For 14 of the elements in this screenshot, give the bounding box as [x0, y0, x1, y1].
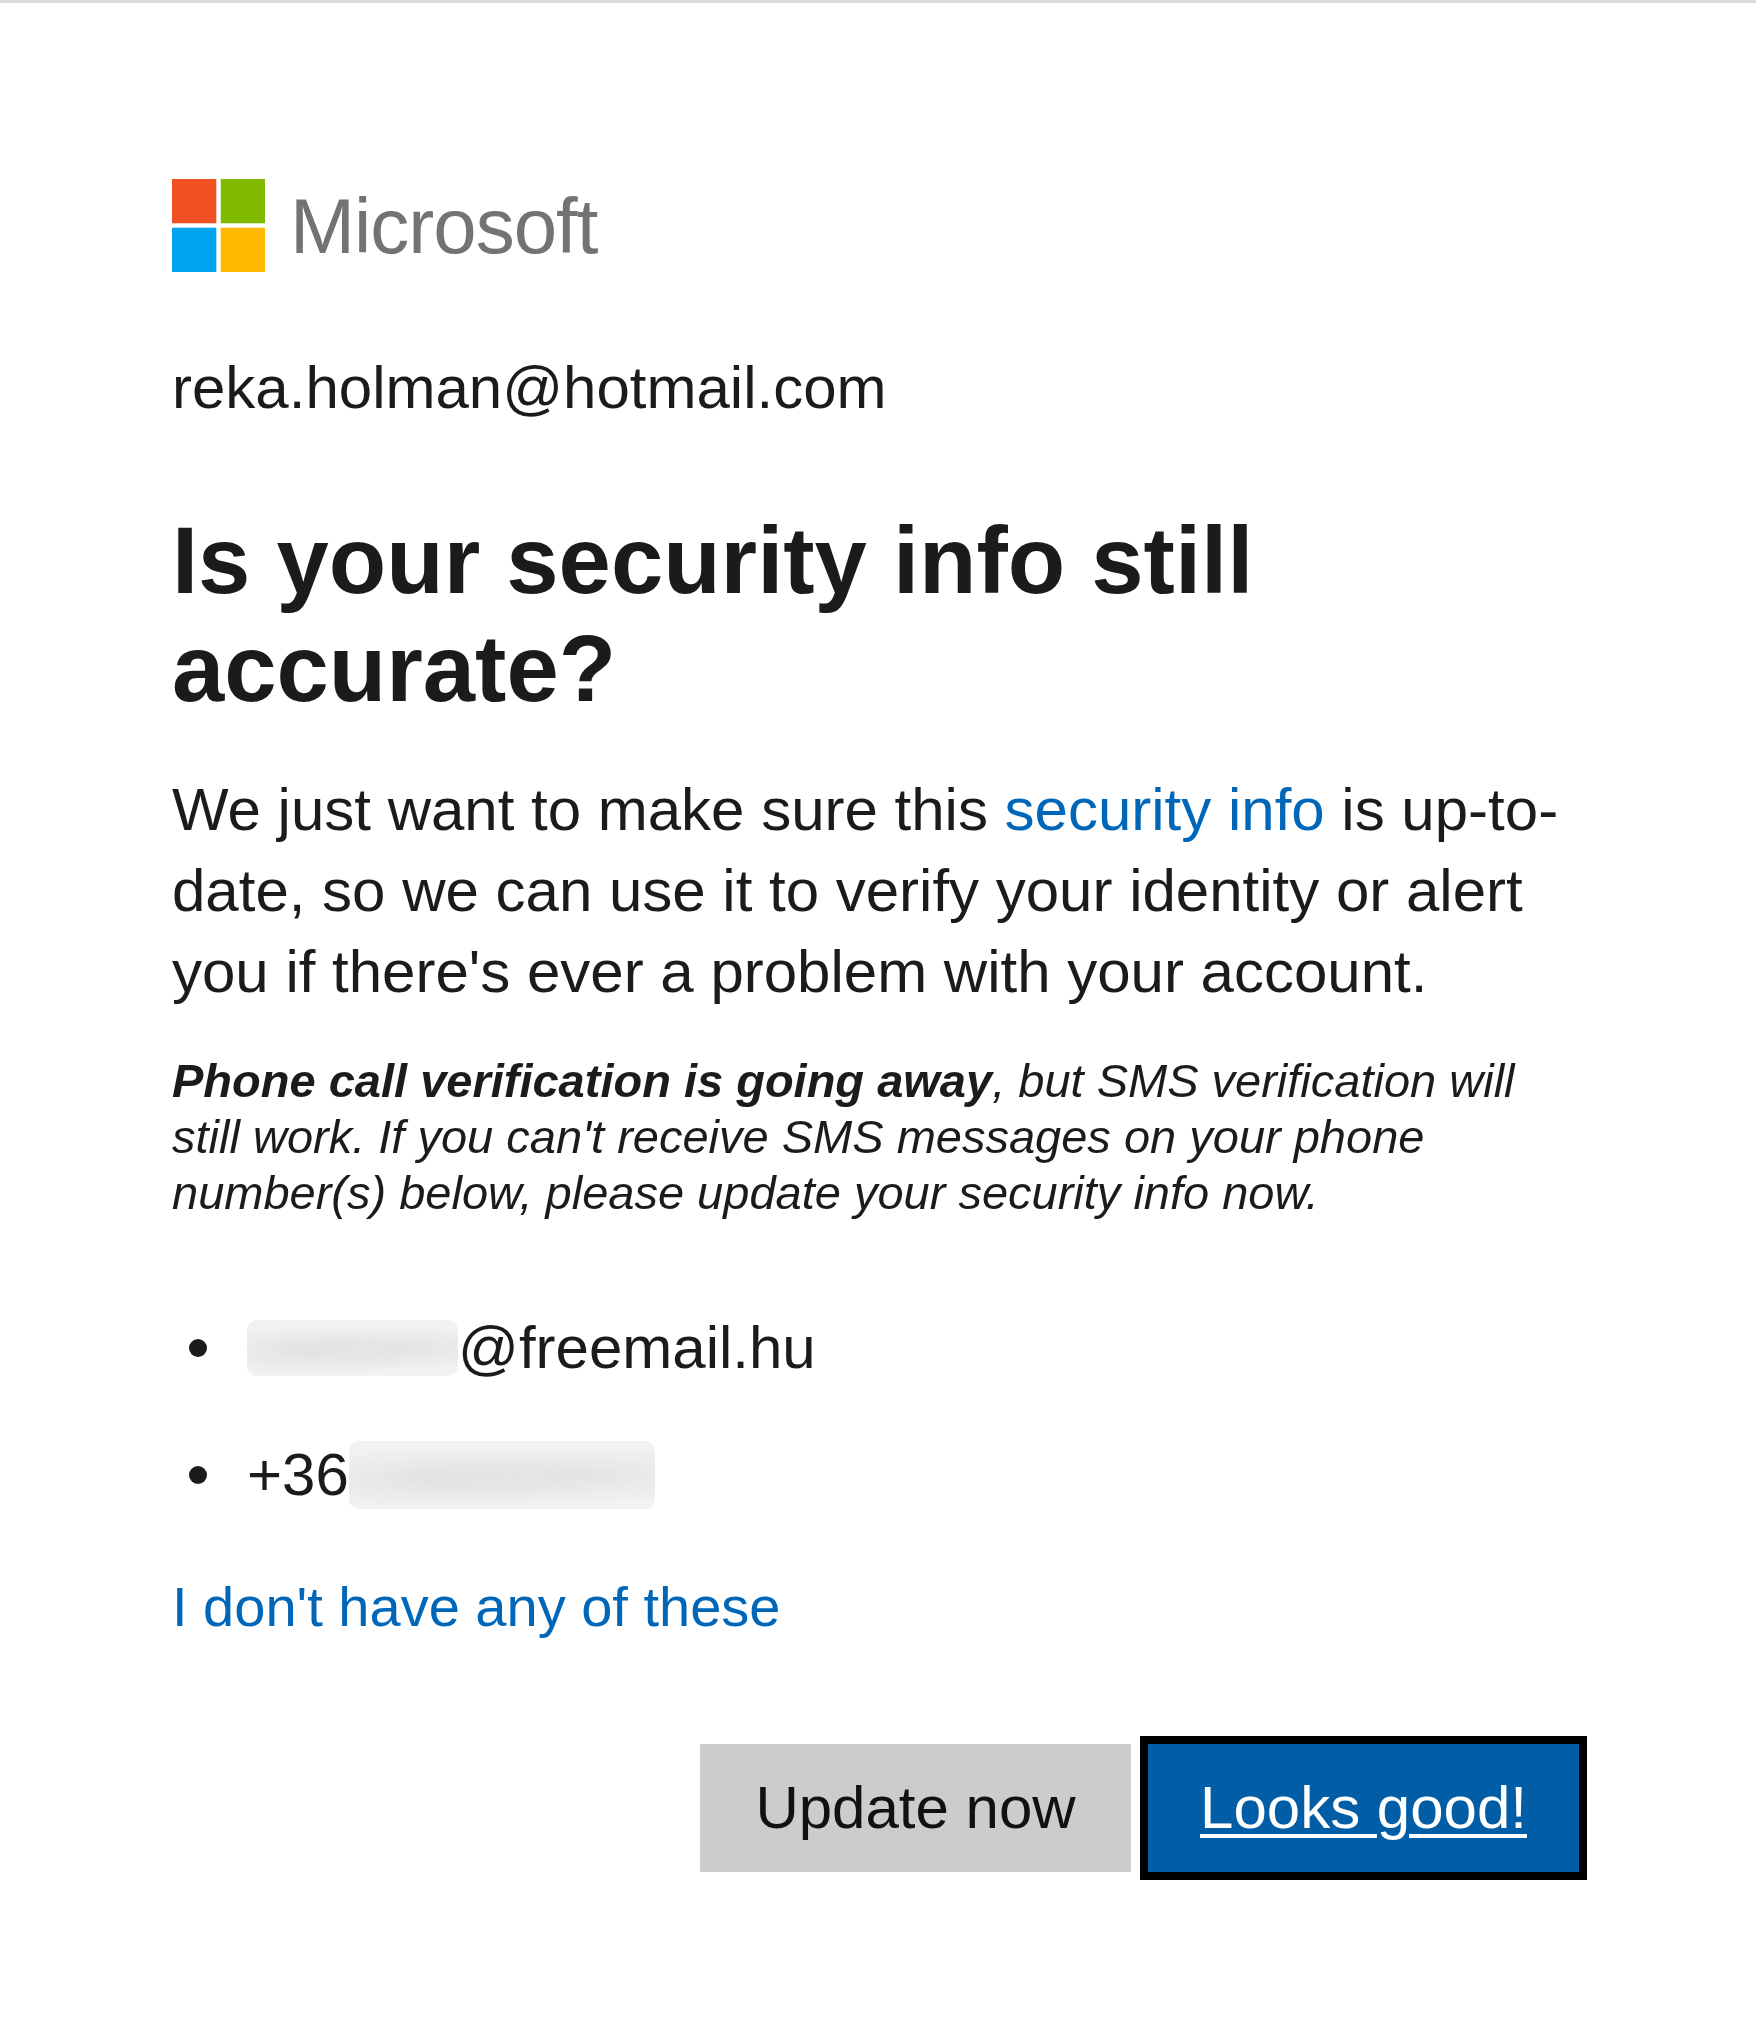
- bullet-icon: [189, 1339, 207, 1357]
- intro-text: We just want to make sure this security info is up-to-date, so we can use it to verify your identity or alert you if there's ever a problem with your account.: [172, 775, 1560, 1007]
- update-button[interactable]: Update now: [700, 1743, 1131, 1872]
- brand-name: Microsoft: [290, 186, 598, 265]
- bullet-icon: [189, 1466, 207, 1484]
- confirm-button[interactable]: Looks good!: [1140, 1735, 1587, 1880]
- contact-text: @freemail.hu: [458, 1313, 816, 1383]
- security-info-link[interactable]: security info: [1004, 776, 1325, 843]
- no-access-link[interactable]: I don't have any of these: [172, 1571, 781, 1643]
- contact-text: +36: [247, 1440, 349, 1510]
- page-heading: Is your security info still accurate?: [172, 507, 1255, 723]
- account-email: reka.holman@hotmail.com: [172, 353, 888, 423]
- notice-text: Phone call verification is going away, but SMS verification will still work. If you can't receive SMS messages on your phone number(s) below, please update your security info now.: [172, 1053, 1517, 1221]
- logo-icon: [172, 179, 265, 272]
